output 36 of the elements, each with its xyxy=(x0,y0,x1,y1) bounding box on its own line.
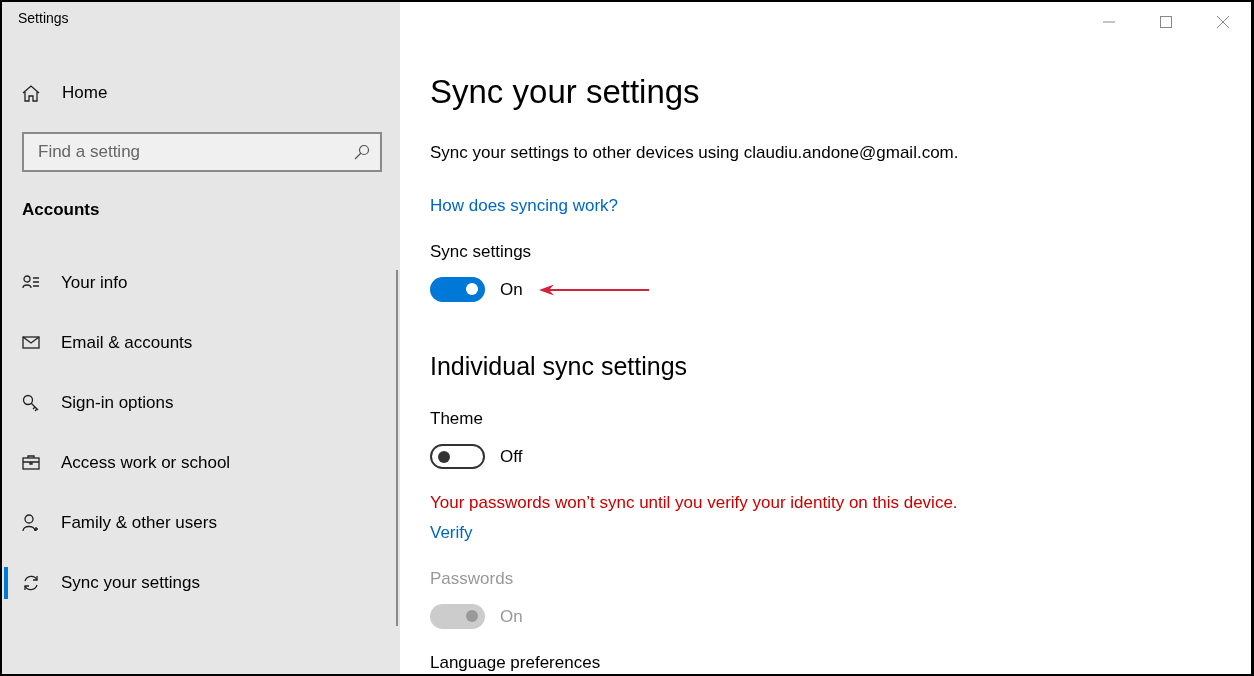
toggle-state-text: On xyxy=(500,279,523,300)
setting-label: Sync settings xyxy=(430,242,532,262)
envelope-icon xyxy=(22,334,40,352)
search-icon xyxy=(354,144,370,160)
setting-label: Language preferences xyxy=(430,653,601,673)
sync-icon xyxy=(22,574,40,592)
maximize-icon xyxy=(1159,16,1172,28)
page-title: Sync your settings xyxy=(430,72,701,112)
setting-label: Theme xyxy=(430,409,483,429)
toggle-state-text: Off xyxy=(500,446,523,467)
nav-item[interactable]: Your info xyxy=(2,253,400,313)
toggle-switch[interactable] xyxy=(430,277,485,302)
setting-label: Passwords xyxy=(430,569,514,589)
section-heading: Individual sync settings xyxy=(430,351,689,381)
toggle-state-text: On xyxy=(500,606,523,627)
minimize-icon xyxy=(1102,21,1115,23)
warning-text: Your passwords won’t sync until you verify your identity on this device. xyxy=(430,493,959,513)
home-nav-item[interactable]: Home xyxy=(2,73,400,113)
toggle-switch[interactable] xyxy=(430,444,485,469)
nav-item[interactable]: Family & other users xyxy=(2,493,400,553)
app-title: Settings xyxy=(18,10,69,26)
nav-item[interactable]: Sign-in options xyxy=(2,373,400,433)
scrollbar[interactable] xyxy=(396,270,398,626)
description-text: Sync your settings to other devices using claudiu.andone@gmail.com. xyxy=(430,143,960,163)
nav-item[interactable]: Email & accounts xyxy=(2,313,400,373)
help-link[interactable]: How does syncing work? xyxy=(430,196,619,216)
close-icon xyxy=(1216,16,1229,28)
nav-item[interactable]: Sync your settings xyxy=(2,553,400,613)
verify-link[interactable]: Verify xyxy=(430,523,473,543)
section-heading: Accounts xyxy=(22,200,101,220)
person-plus-icon xyxy=(22,514,40,532)
search-field[interactable]: Find a setting xyxy=(22,132,382,172)
briefcase-icon xyxy=(22,454,40,472)
key-icon xyxy=(22,394,40,412)
nav-item[interactable]: Access work or school xyxy=(2,433,400,493)
home-icon xyxy=(22,84,40,102)
